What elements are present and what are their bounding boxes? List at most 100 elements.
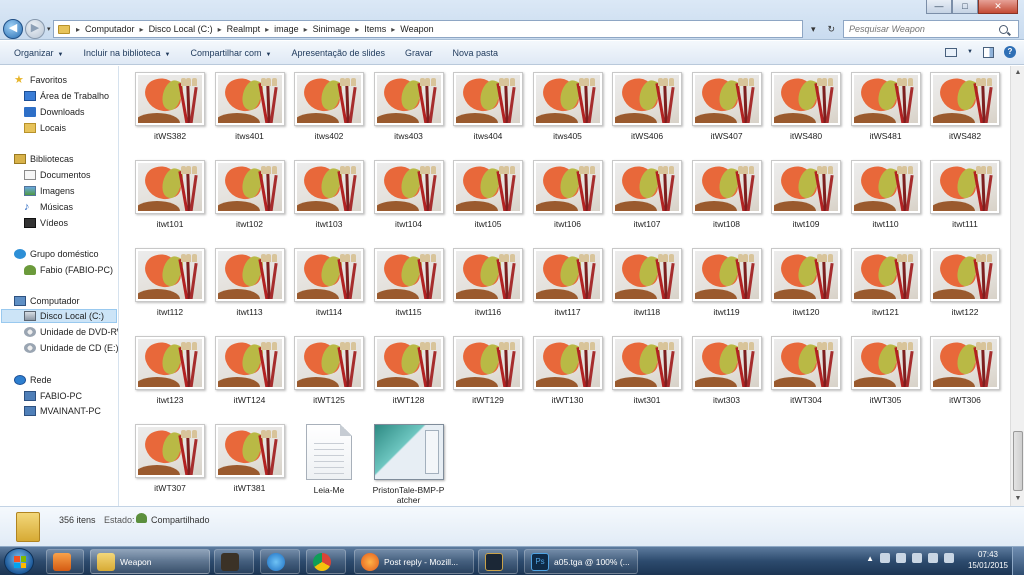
app-tray-icon[interactable] xyxy=(944,553,954,563)
breadcrumb-separator[interactable]: ▸ xyxy=(140,25,144,34)
file-item[interactable]: itwt108 xyxy=(690,160,764,229)
file-item[interactable]: itwt111 xyxy=(928,160,1002,229)
file-item[interactable]: itwt110 xyxy=(849,160,923,229)
photoshop-taskbar-button[interactable]: Ps a05.tga @ 100% (... xyxy=(524,549,638,574)
file-item[interactable]: itWS407 xyxy=(690,72,764,141)
sidebar-item-network-mvainant-pc[interactable]: MVAINANT-PC xyxy=(24,404,101,418)
close-button[interactable]: ✕ xyxy=(978,0,1018,14)
explorer-taskbar-button[interactable]: Weapon xyxy=(90,549,210,574)
file-item[interactable]: itWS382 xyxy=(133,72,207,141)
file-item[interactable]: itwt107 xyxy=(610,160,684,229)
search-icon[interactable] xyxy=(999,24,1008,34)
breadcrumb-item[interactable]: Realmpt xyxy=(227,24,261,34)
file-item[interactable]: itwt114 xyxy=(292,248,366,317)
scrollbar-thumb[interactable] xyxy=(1013,431,1023,491)
file-item[interactable]: itwt105 xyxy=(451,160,525,229)
game-taskbar-button[interactable] xyxy=(214,549,254,574)
sidebar-item-desktop[interactable]: Área de Trabalho xyxy=(24,89,109,103)
volume-icon[interactable] xyxy=(928,553,938,563)
file-item[interactable]: itws402 xyxy=(292,72,366,141)
sidebar-item-favorites[interactable]: ★ Favoritos xyxy=(14,73,67,87)
search-box[interactable] xyxy=(843,20,1019,38)
file-item[interactable]: itwt120 xyxy=(769,248,843,317)
address-bar[interactable]: ▸ Computador ▸ Disco Local (C:) ▸ Realmpt ▸ im… xyxy=(53,20,803,38)
show-hidden-icons-icon[interactable]: ▲ xyxy=(866,554,874,563)
sidebar-item-computer[interactable]: Computador xyxy=(14,294,80,308)
file-item[interactable]: itWS482 xyxy=(928,72,1002,141)
file-item[interactable]: itWT124 xyxy=(213,336,287,405)
sidebar-item-music[interactable]: ♪ Músicas xyxy=(24,200,73,214)
file-item[interactable]: itwt121 xyxy=(849,248,923,317)
file-item[interactable]: itws401 xyxy=(213,72,287,141)
breadcrumb-separator[interactable]: ▸ xyxy=(391,25,395,34)
firefox-taskbar-button[interactable]: Post reply - Mozill... xyxy=(354,549,474,574)
scroll-down-icon[interactable]: ▼ xyxy=(1011,492,1024,506)
new-folder-button[interactable]: Nova pasta xyxy=(453,48,499,58)
sidebar-item-videos[interactable]: Vídeos xyxy=(24,216,68,230)
file-item[interactable]: itwt106 xyxy=(531,160,605,229)
sidebar-item-network[interactable]: Rede xyxy=(14,373,52,387)
file-item[interactable]: itWT306 xyxy=(928,336,1002,405)
file-item[interactable]: itwt109 xyxy=(769,160,843,229)
address-history-dropdown[interactable]: ▾ xyxy=(811,24,816,35)
file-item[interactable]: PristonTale-BMP-Patcher xyxy=(372,424,446,505)
back-button[interactable]: ◀ xyxy=(3,19,23,39)
breadcrumb-item[interactable]: Sinimage xyxy=(313,24,351,34)
flag-icon[interactable] xyxy=(912,553,922,563)
file-item[interactable]: itWT125 xyxy=(292,336,366,405)
file-item[interactable]: itWS406 xyxy=(610,72,684,141)
file-item[interactable]: itwt113 xyxy=(213,248,287,317)
file-item[interactable]: itwt116 xyxy=(451,248,525,317)
file-item[interactable]: itWS480 xyxy=(769,72,843,141)
sidebar-item-homegroup[interactable]: Grupo doméstico xyxy=(14,247,99,261)
file-item[interactable]: itwt303 xyxy=(690,336,764,405)
breadcrumb-separator[interactable]: ▸ xyxy=(265,25,269,34)
maximize-button[interactable]: □ xyxy=(952,0,978,14)
breadcrumb-item[interactable]: Disco Local (C:) xyxy=(149,24,213,34)
file-item[interactable]: itwt103 xyxy=(292,160,366,229)
breadcrumb-item[interactable]: image xyxy=(274,24,299,34)
refresh-icon[interactable]: ↻ xyxy=(827,24,835,35)
help-icon[interactable]: ? xyxy=(1004,46,1016,58)
breadcrumb-separator[interactable]: ▸ xyxy=(304,25,308,34)
vertical-scrollbar[interactable]: ▲ ▼ xyxy=(1010,66,1024,506)
file-item[interactable]: itWT381 xyxy=(213,424,287,493)
minimize-button[interactable]: — xyxy=(926,0,952,14)
file-item[interactable]: itwt115 xyxy=(372,248,446,317)
sidebar-item-recent-places[interactable]: Locais xyxy=(24,121,66,135)
preview-pane-icon[interactable] xyxy=(983,46,994,58)
file-item[interactable]: Leia-Me xyxy=(292,424,366,495)
breadcrumb-item[interactable]: Items xyxy=(364,24,386,34)
breadcrumb-item[interactable]: Weapon xyxy=(400,24,433,34)
sidebar-item-network-fabio-pc[interactable]: FABIO-PC xyxy=(24,389,82,403)
file-item[interactable]: itWT305 xyxy=(849,336,923,405)
file-item[interactable]: itWS481 xyxy=(849,72,923,141)
sidebar-item-homegroup-user[interactable]: Fabio (FABIO-PC) xyxy=(24,263,113,277)
file-item[interactable]: itWT307 xyxy=(133,424,207,493)
sidebar-item-dvd-drive[interactable]: Unidade de DVD-RW xyxy=(24,325,118,339)
file-item[interactable]: itwt118 xyxy=(610,248,684,317)
sidebar-item-downloads[interactable]: Downloads xyxy=(24,105,85,119)
sidebar-item-documents[interactable]: Documentos xyxy=(24,168,91,182)
show-desktop-button[interactable] xyxy=(1012,547,1024,575)
media-player-taskbar-button[interactable] xyxy=(46,549,84,574)
file-item[interactable]: itwt117 xyxy=(531,248,605,317)
start-button[interactable] xyxy=(4,548,34,575)
file-item[interactable]: itWT128 xyxy=(372,336,446,405)
internet-explorer-taskbar-button[interactable] xyxy=(260,549,300,574)
change-view-icon[interactable] xyxy=(945,47,958,57)
file-item[interactable]: itwt301 xyxy=(610,336,684,405)
file-item[interactable]: itwt119 xyxy=(690,248,764,317)
breadcrumb-separator[interactable]: ▸ xyxy=(355,25,359,34)
keyboard-icon[interactable] xyxy=(896,553,906,563)
search-input[interactable] xyxy=(849,24,999,34)
file-item[interactable]: itws405 xyxy=(531,72,605,141)
forward-button[interactable]: ▶ xyxy=(25,19,45,39)
include-library-menu[interactable]: Incluir na biblioteca ▼ xyxy=(83,48,170,58)
share-menu[interactable]: Compartilhar com ▼ xyxy=(190,48,271,58)
sidebar-item-cd-drive[interactable]: Unidade de CD (E:) xyxy=(24,341,118,355)
file-item[interactable]: itwt101 xyxy=(133,160,207,229)
breadcrumb-separator[interactable]: ▸ xyxy=(76,25,80,34)
file-item[interactable]: itwt112 xyxy=(133,248,207,317)
organize-menu[interactable]: Organizar ▼ xyxy=(14,48,63,58)
